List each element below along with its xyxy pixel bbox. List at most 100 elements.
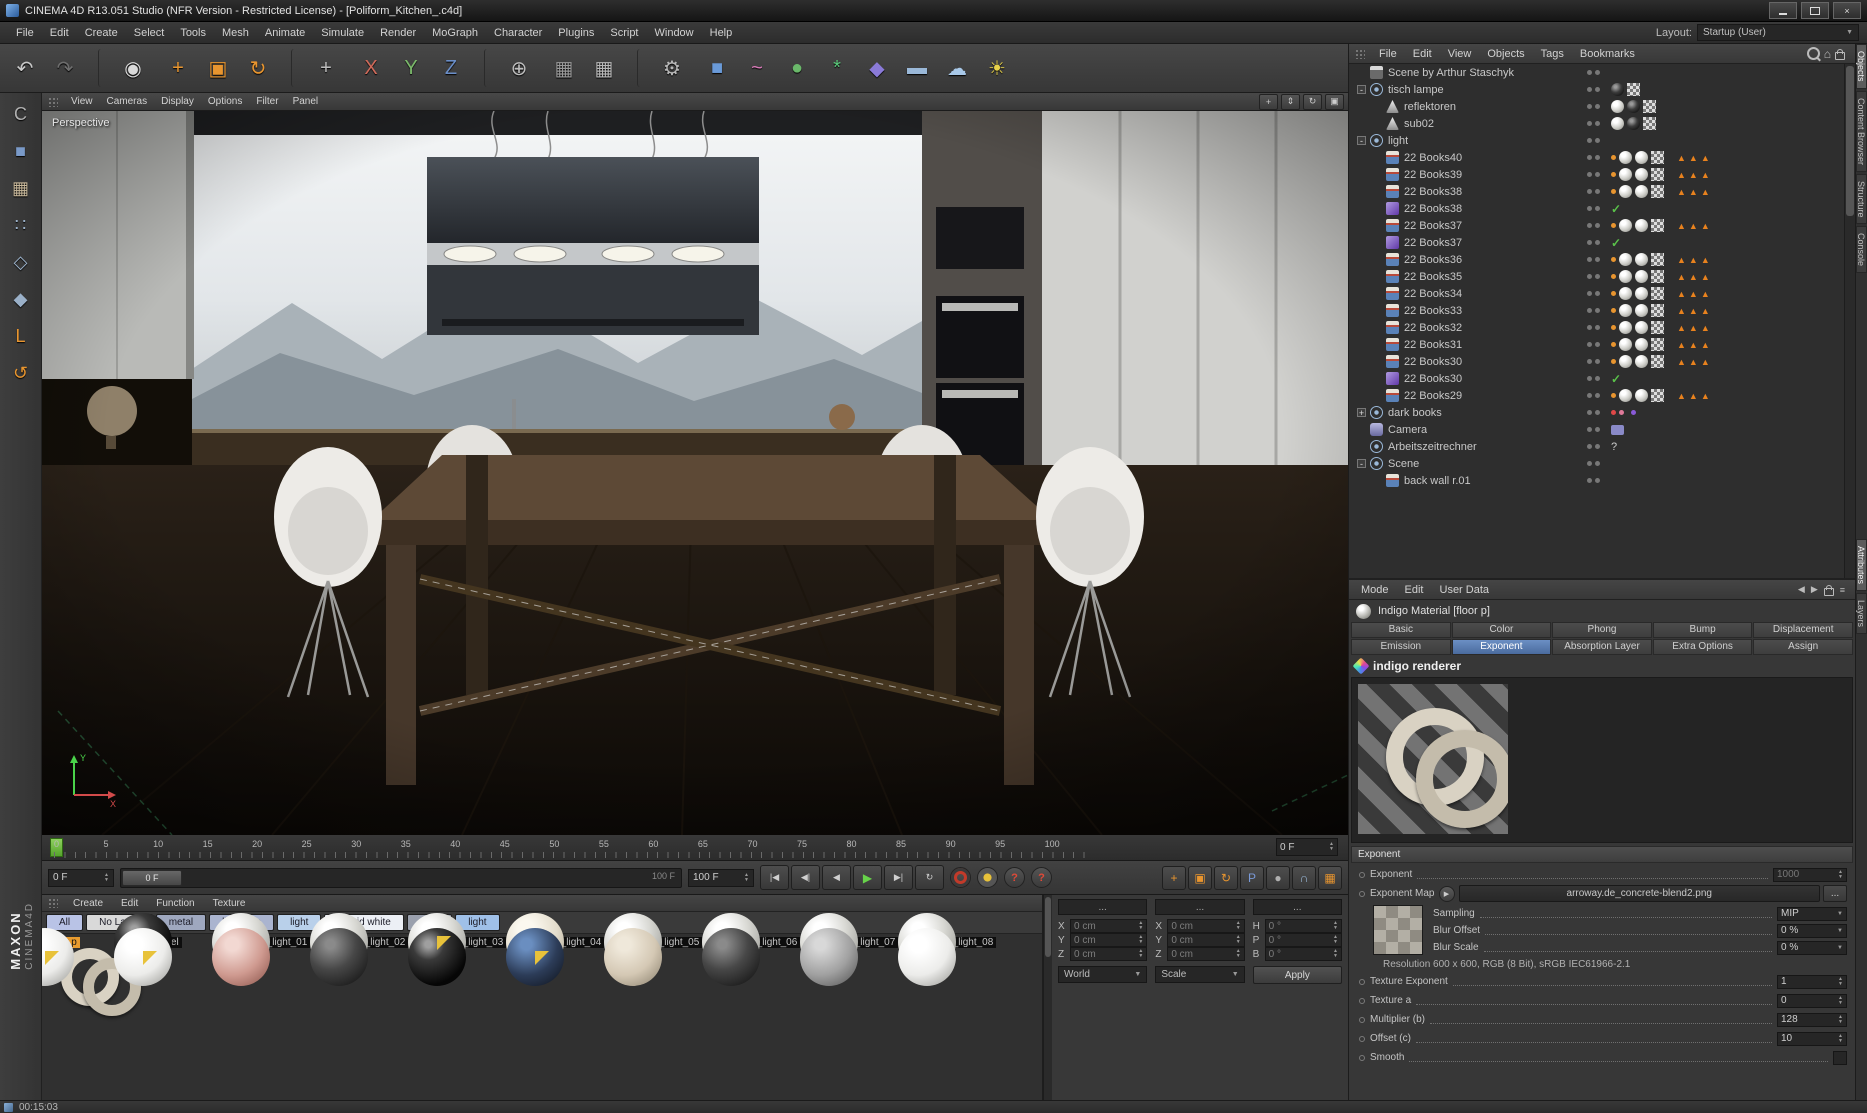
viewport-menu-item[interactable]: Panel	[286, 96, 326, 107]
maximize-button[interactable]	[1801, 2, 1829, 19]
menu-item[interactable]: Create	[77, 27, 126, 39]
viewport-menu-item[interactable]: Display	[154, 96, 201, 107]
object-tags[interactable]: ▲▲▲ ✓ ?	[1611, 387, 1841, 404]
object-name[interactable]: 22 Books38	[1404, 186, 1462, 198]
uvw-tag-icon[interactable]	[1651, 355, 1664, 368]
material-tag-icon[interactable]	[1611, 83, 1624, 96]
coordinate-system-button[interactable]: ⊕	[484, 49, 543, 87]
uvw-tag-icon[interactable]	[1627, 83, 1640, 96]
menu-item[interactable]: Plugins	[550, 27, 602, 39]
layer-dot-icon[interactable]	[1611, 291, 1616, 296]
make-editable-icon[interactable]: C	[6, 99, 36, 129]
rotate-tool[interactable]: ↻	[239, 49, 277, 87]
expander-icon[interactable]	[1373, 119, 1382, 128]
stepper-arrows-icon[interactable]: ▲▼	[1333, 949, 1338, 959]
material-tag-icon[interactable]	[1619, 338, 1632, 351]
expander-icon[interactable]	[1373, 374, 1382, 383]
material-preview[interactable]	[240, 950, 242, 964]
panel-tab[interactable]: Console	[1856, 226, 1867, 273]
stepper-arrows-icon[interactable]: ▲▼	[1138, 935, 1143, 945]
material-preview[interactable]	[338, 950, 340, 964]
object-tags[interactable]: ▲▲▲ ✓ ?	[1611, 183, 1841, 200]
object-name[interactable]: 22 Books40	[1404, 152, 1462, 164]
object-name[interactable]: 22 Books33	[1404, 305, 1462, 317]
menu-item[interactable]: Animate	[257, 27, 313, 39]
object-name[interactable]: Arbeitszeitrechner	[1388, 441, 1477, 453]
object-tree-row[interactable]: 22 Books37 ▲▲▲ ✓ ?	[1349, 234, 1845, 251]
object-name[interactable]: 22 Books37	[1404, 237, 1462, 249]
object-name[interactable]: Scene	[1388, 458, 1419, 470]
frame-slider-handle[interactable]: 0 F	[122, 870, 182, 886]
object-tags[interactable]: ▲▲▲ ✓ ?	[1611, 370, 1841, 387]
visibility-dots-icon[interactable]	[1587, 121, 1603, 126]
object-name[interactable]: 22 Books34	[1404, 288, 1462, 300]
parameter-checkbox[interactable]	[1833, 1051, 1847, 1065]
object-manager-menu-item[interactable]: Objects	[1479, 48, 1532, 60]
visibility-dots-icon[interactable]	[1587, 274, 1603, 279]
position-field[interactable]: 0 cm ▲▼	[1070, 919, 1147, 933]
expander-icon[interactable]	[1373, 272, 1382, 281]
menu-item[interactable]: Simulate	[313, 27, 372, 39]
panel-tab[interactable]: Attributes	[1856, 539, 1867, 591]
object-name[interactable]: Camera	[1388, 424, 1427, 436]
add-environment-button[interactable]: ☁	[938, 49, 976, 87]
object-tree-row[interactable]: back wall r.01 ▲▲▲ ✓ ?	[1349, 472, 1845, 489]
title-bar[interactable]: CINEMA 4D R13.051 Studio (NFR Version - …	[0, 0, 1867, 22]
loop-mode-button[interactable]: ↻	[915, 865, 944, 890]
object-tags[interactable]: ▲▲▲ ✓ ?	[1611, 200, 1841, 217]
viewport-rotate-icon[interactable]: ↻	[1303, 94, 1322, 110]
rotation-field[interactable]: 0 ° ▲▼	[1265, 919, 1342, 933]
attribute-tab[interactable]: Bump	[1653, 622, 1753, 638]
menu-item[interactable]: MoGraph	[424, 27, 486, 39]
stepper-arrows-icon[interactable]: ▲▼	[1236, 935, 1241, 945]
material-tag-icon[interactable]	[1635, 219, 1648, 232]
uvw-tag-icon[interactable]	[1651, 219, 1664, 232]
object-name[interactable]: 22 Books37	[1404, 220, 1462, 232]
attribute-tab[interactable]: Extra Options	[1653, 639, 1753, 655]
uvw-tag-icon[interactable]	[1651, 321, 1664, 334]
material-menu-item[interactable]: Create	[64, 898, 112, 909]
object-tags[interactable]: ▲▲▲ ✓ ?	[1611, 319, 1841, 336]
uvw-tag-icon[interactable]	[1651, 304, 1664, 317]
autokey-button[interactable]	[977, 867, 998, 888]
expander-icon[interactable]: -	[1357, 85, 1366, 94]
object-tree-row[interactable]: 22 Books31 ▲▲▲ ✓ ?	[1349, 336, 1845, 353]
stepper-arrows-icon[interactable]: ▲▼	[1333, 935, 1338, 945]
object-tree-row[interactable]: - light ▲▲▲ ✓	[1349, 132, 1845, 149]
object-manager-menu-item[interactable]: Edit	[1405, 48, 1440, 60]
material-tag-icon[interactable]	[1611, 100, 1624, 113]
scale-mode-select[interactable]: Scale▼	[1155, 966, 1244, 983]
layer-dot-icon[interactable]	[1611, 223, 1616, 228]
visibility-dots-icon[interactable]	[1587, 240, 1603, 245]
menu-item[interactable]: Tools	[172, 27, 214, 39]
scale-tool[interactable]: ▣	[199, 49, 237, 87]
object-tree-row[interactable]: 22 Books37 ▲▲▲ ✓ ?	[1349, 217, 1845, 234]
material-tag-icon[interactable]	[1635, 338, 1648, 351]
material-tag-icon[interactable]	[1635, 270, 1648, 283]
snap-toggle[interactable]: ∩	[1292, 866, 1316, 890]
object-name[interactable]: 22 Books31	[1404, 339, 1462, 351]
object-tree-row[interactable]: 22 Books40 ▲▲▲ ✓ ?	[1349, 149, 1845, 166]
search-icon[interactable]	[1807, 47, 1820, 60]
visibility-dots-icon[interactable]	[1587, 478, 1603, 483]
viewport-zoom-icon[interactable]: ⇕	[1281, 94, 1300, 110]
visibility-dots-icon[interactable]	[1587, 342, 1603, 347]
lock-x-axis-button[interactable]: X	[352, 49, 390, 87]
expander-icon[interactable]	[1357, 442, 1366, 451]
record-position-toggle[interactable]: +	[1162, 866, 1186, 890]
parameter-field[interactable]: 10 ▲▼	[1777, 1032, 1847, 1046]
layer-dot-icon[interactable]	[1611, 342, 1616, 347]
object-tree-row[interactable]: 22 Books30 ▲▲▲ ✓ ?	[1349, 353, 1845, 370]
object-manager-menu-item[interactable]: File	[1371, 48, 1405, 60]
home-icon[interactable]: ⌂	[1824, 47, 1831, 61]
panel-tab[interactable]: Objects	[1856, 44, 1867, 89]
object-name[interactable]: 22 Books38	[1404, 203, 1462, 215]
attribute-tab[interactable]: Exponent	[1452, 639, 1552, 655]
parameter-field[interactable]: 1 ▲▼	[1777, 975, 1847, 989]
object-tags[interactable]: ▲▲▲ ✓ ?	[1611, 115, 1841, 132]
attribute-tab[interactable]: Basic	[1351, 622, 1451, 638]
material-tag-icon[interactable]	[1627, 100, 1640, 113]
object-manager-menu-item[interactable]: View	[1440, 48, 1480, 60]
material-tag-icon[interactable]	[1635, 389, 1648, 402]
material-tag-icon[interactable]	[1635, 321, 1648, 334]
